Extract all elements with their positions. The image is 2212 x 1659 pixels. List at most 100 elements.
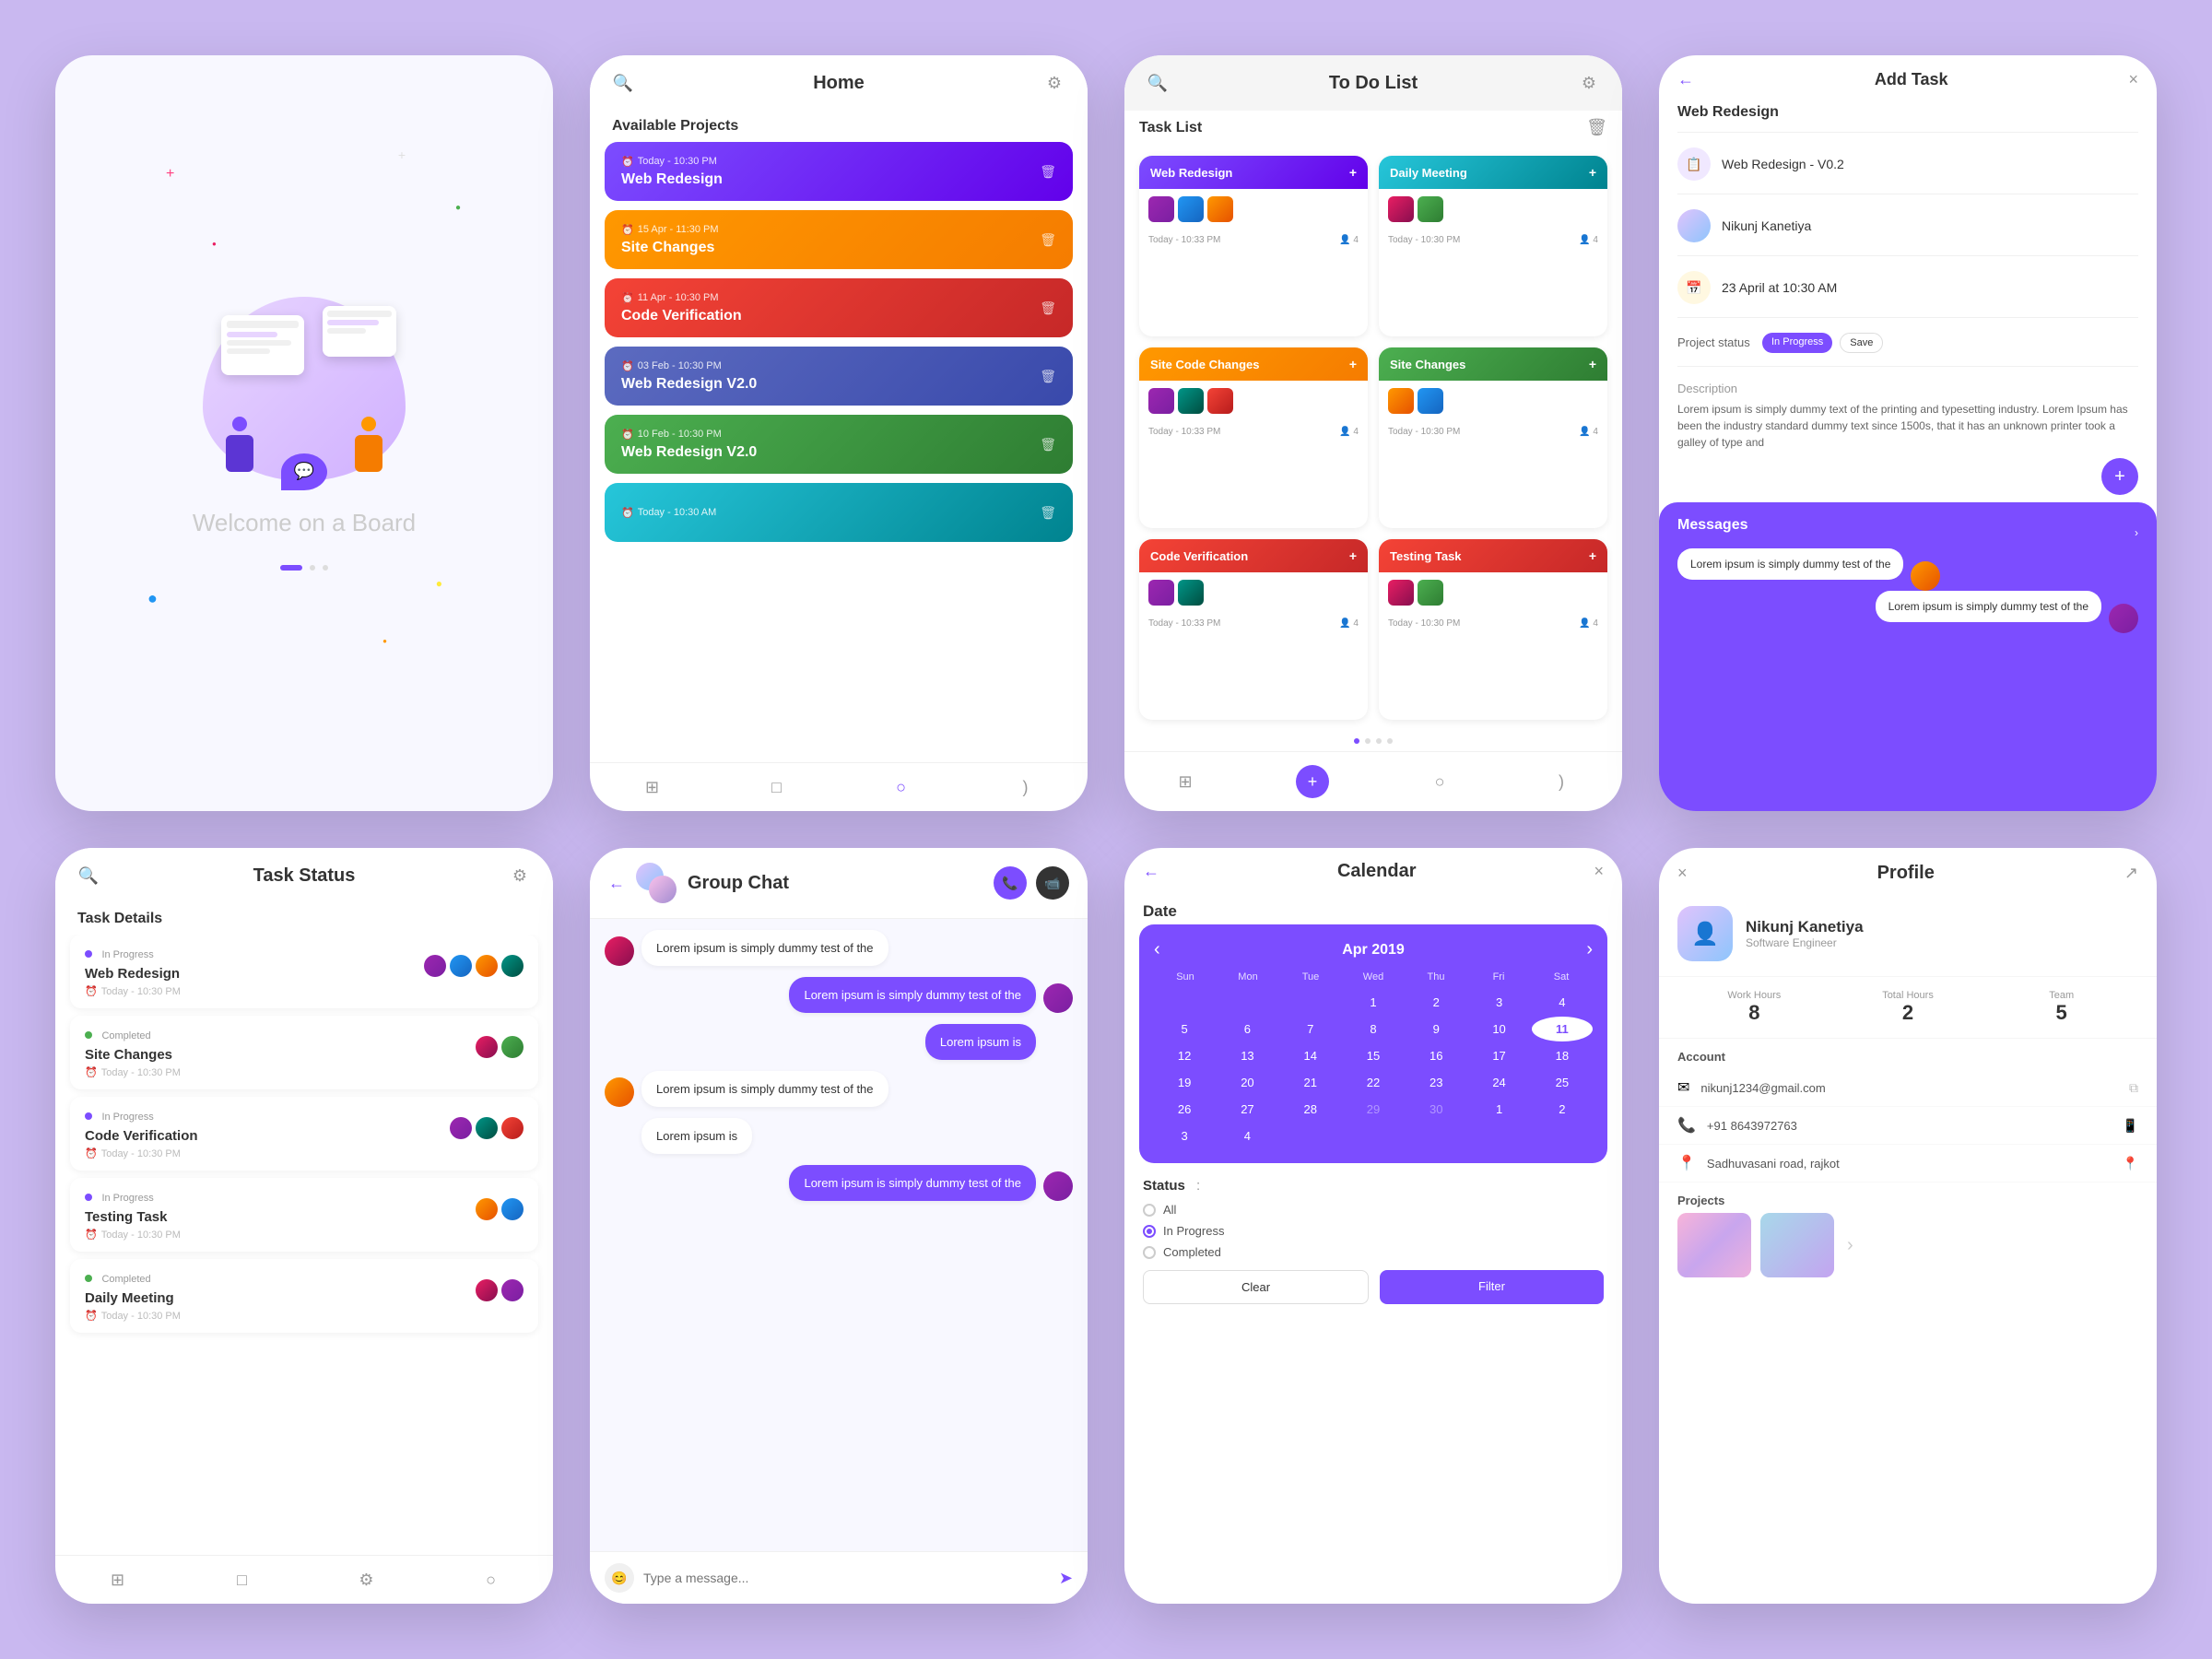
todo-card-1[interactable]: Daily Meeting + Today - 10:30 PM 👤 4 xyxy=(1379,156,1607,336)
address-action-icon[interactable]: 📍 xyxy=(2123,1156,2138,1171)
cal-close-icon[interactable]: × xyxy=(1594,862,1604,881)
cal-day-1[interactable]: 1 xyxy=(1468,1097,1529,1122)
cal-day-6[interactable]: 6 xyxy=(1217,1017,1277,1041)
task-item-3[interactable]: In Progress Testing Task ⏰Today - 10:30 … xyxy=(70,1178,538,1252)
radio-in-progress[interactable]: In Progress xyxy=(1143,1224,1604,1238)
cal-day-23[interactable]: 23 xyxy=(1406,1070,1466,1095)
trash-icon-0[interactable]: 🗑 xyxy=(1040,164,1056,180)
addtask-close-icon[interactable]: × xyxy=(2128,70,2138,89)
project-thumb-1[interactable] xyxy=(1760,1213,1834,1277)
nav-user-icon[interactable]: ) xyxy=(1015,776,1037,798)
profile-email-row[interactable]: ✉ nikunj1234@gmail.com ⧉ xyxy=(1659,1069,2157,1107)
ts-nav-grid[interactable]: ⊞ xyxy=(107,1569,129,1591)
todo-add-icon-5[interactable]: + xyxy=(1589,548,1596,563)
chat-send-icon[interactable]: ➤ xyxy=(1059,1569,1073,1588)
chat-message-input[interactable] xyxy=(643,1571,1050,1585)
ts-nav-home[interactable]: ○ xyxy=(480,1569,502,1591)
status-save-btn[interactable]: Save xyxy=(1840,333,1883,353)
cal-day-4[interactable]: 4 xyxy=(1532,990,1593,1015)
filter-button[interactable]: Filter xyxy=(1380,1270,1604,1304)
cal-day-11[interactable]: 11 xyxy=(1532,1017,1593,1041)
todo-add-icon-4[interactable]: + xyxy=(1349,548,1357,563)
cal-day-15[interactable]: 15 xyxy=(1343,1043,1404,1068)
todo-card-4[interactable]: Code Verification + Today - 10:33 PM 👤 4 xyxy=(1139,539,1368,720)
project-card-3[interactable]: ⏰03 Feb - 10:30 PM Web Redesign V2.0 🗑 xyxy=(605,347,1073,406)
status-in-progress[interactable]: In Progress xyxy=(1762,333,1832,353)
cal-prev-btn[interactable]: ‹ xyxy=(1154,939,1160,960)
cal-day-5[interactable]: 5 xyxy=(1154,1017,1215,1041)
email-copy-icon[interactable]: ⧉ xyxy=(2129,1080,2138,1096)
cal-day-8[interactable]: 8 xyxy=(1343,1017,1404,1041)
radio-all[interactable]: All xyxy=(1143,1203,1604,1217)
cal-day-24[interactable]: 24 xyxy=(1468,1070,1529,1095)
taskstatus-filter-icon[interactable]: ⚙ xyxy=(509,865,531,887)
todo-card-5[interactable]: Testing Task + Today - 10:30 PM 👤 4 xyxy=(1379,539,1607,720)
project-thumb-0[interactable] xyxy=(1677,1213,1751,1277)
trash-icon-2[interactable]: 🗑 xyxy=(1040,300,1056,316)
nav-home-icon[interactable]: ○ xyxy=(890,776,912,798)
addtask-add-button[interactable]: + xyxy=(2101,458,2138,495)
cal-day-14[interactable]: 14 xyxy=(1280,1043,1341,1068)
cal-day-7[interactable]: 7 xyxy=(1280,1017,1341,1041)
trash-icon-5[interactable]: 🗑 xyxy=(1040,505,1056,521)
taskstatus-search-icon[interactable]: 🔍 xyxy=(77,865,100,887)
cal-day-21[interactable]: 21 xyxy=(1280,1070,1341,1095)
todo-card-2[interactable]: Site Code Changes + Today - 10:33 PM 👤 4 xyxy=(1139,347,1368,528)
phone-icon-action[interactable]: 📱 xyxy=(2123,1118,2138,1134)
task-item-1[interactable]: Completed Site Changes ⏰Today - 10:30 PM xyxy=(70,1016,538,1089)
cal-day-1[interactable]: 1 xyxy=(1343,990,1404,1015)
todo-add-icon-0[interactable]: + xyxy=(1349,165,1357,180)
project-thumb-more[interactable]: › xyxy=(1843,1213,1853,1277)
ts-nav-bookmark[interactable]: □ xyxy=(231,1569,253,1591)
project-card-1[interactable]: ⏰15 Apr - 11:30 PM Site Changes 🗑 xyxy=(605,210,1073,269)
cal-day-19[interactable]: 19 xyxy=(1154,1070,1215,1095)
cal-day-12[interactable]: 12 xyxy=(1154,1043,1215,1068)
trash-icon-4[interactable]: 🗑 xyxy=(1040,437,1056,453)
project-card-5[interactable]: ⏰Today - 10:30 AM 🗑 xyxy=(605,483,1073,542)
todo-nav-add[interactable]: + xyxy=(1296,765,1329,798)
todo-add-icon-3[interactable]: + xyxy=(1589,357,1596,371)
messages-more[interactable]: › xyxy=(2135,526,2138,539)
todo-add-icon-2[interactable]: + xyxy=(1349,357,1357,371)
task-item-0[interactable]: In Progress Web Redesign ⏰Today - 10:30 … xyxy=(70,935,538,1008)
cal-day-2[interactable]: 2 xyxy=(1532,1097,1593,1122)
project-card-0[interactable]: ⏰Today - 10:30 PM Web Redesign 🗑 xyxy=(605,142,1073,201)
cal-day-28[interactable]: 28 xyxy=(1280,1097,1341,1122)
chat-phone-btn[interactable]: 📞 xyxy=(994,866,1027,900)
search-icon[interactable]: 🔍 xyxy=(612,72,634,94)
cal-day-2[interactable]: 2 xyxy=(1406,990,1466,1015)
cal-day-25[interactable]: 25 xyxy=(1532,1070,1593,1095)
cal-day-18[interactable]: 18 xyxy=(1532,1043,1593,1068)
project-card-4[interactable]: ⏰10 Feb - 10:30 PM Web Redesign V2.0 🗑 xyxy=(605,415,1073,474)
ts-nav-settings[interactable]: ⚙ xyxy=(356,1569,378,1591)
todo-card-0[interactable]: Web Redesign + Today - 10:33 PM 👤 4 xyxy=(1139,156,1368,336)
todo-filter-icon[interactable]: ⚙ xyxy=(1578,72,1600,94)
profile-share-icon[interactable]: ↗ xyxy=(2124,864,2138,883)
trash-icon-1[interactable]: 🗑 xyxy=(1040,232,1056,248)
cal-day-26[interactable]: 26 xyxy=(1154,1097,1215,1122)
chat-emoji-btn[interactable]: 😊 xyxy=(605,1563,634,1593)
todo-nav-home[interactable]: ○ xyxy=(1429,771,1451,793)
filter-icon[interactable]: ⚙ xyxy=(1043,72,1065,94)
cal-day-22[interactable]: 22 xyxy=(1343,1070,1404,1095)
task-item-4[interactable]: Completed Daily Meeting ⏰Today - 10:30 P… xyxy=(70,1259,538,1333)
cal-day-20[interactable]: 20 xyxy=(1217,1070,1277,1095)
todo-add-icon-1[interactable]: + xyxy=(1589,165,1596,180)
radio-completed[interactable]: Completed xyxy=(1143,1245,1604,1259)
chat-back-icon[interactable]: ← xyxy=(608,874,625,893)
task-item-2[interactable]: In Progress Code Verification ⏰Today - 1… xyxy=(70,1097,538,1171)
trash-icon-3[interactable]: 🗑 xyxy=(1040,369,1056,384)
nav-grid-icon[interactable]: ⊞ xyxy=(641,776,664,798)
cal-day-16[interactable]: 16 xyxy=(1406,1043,1466,1068)
nav-bookmark-icon[interactable]: □ xyxy=(766,776,788,798)
clear-button[interactable]: Clear xyxy=(1143,1270,1369,1304)
chat-video-btn[interactable]: 📹 xyxy=(1036,866,1069,900)
cal-day-3[interactable]: 3 xyxy=(1468,990,1529,1015)
todo-nav-user[interactable]: ) xyxy=(1550,771,1572,793)
project-card-2[interactable]: ⏰11 Apr - 10:30 PM Code Verification 🗑 xyxy=(605,278,1073,337)
cal-next-btn[interactable]: › xyxy=(1586,939,1593,960)
profile-address-row[interactable]: 📍 Sadhuvasani road, rajkot 📍 xyxy=(1659,1145,2157,1182)
cal-day-13[interactable]: 13 xyxy=(1217,1043,1277,1068)
cal-day-9[interactable]: 9 xyxy=(1406,1017,1466,1041)
cal-day-3[interactable]: 3 xyxy=(1154,1124,1215,1148)
